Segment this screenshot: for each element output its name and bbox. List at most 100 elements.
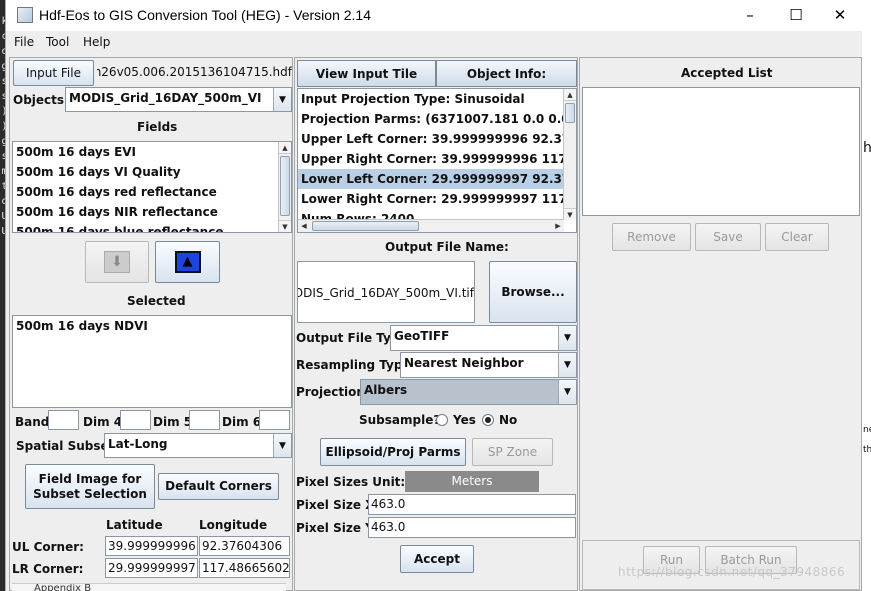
- band-input[interactable]: [48, 410, 79, 430]
- subsample-no-radio[interactable]: [482, 413, 494, 427]
- menu-file[interactable]: File: [14, 35, 34, 49]
- subsample-no-label: No: [499, 413, 518, 427]
- menu-bar: File Tool Help: [6, 31, 862, 53]
- maximize-button[interactable]: ☐: [773, 0, 819, 31]
- list-item[interactable]: 500m 16 days VI Quality: [13, 162, 291, 182]
- dim4-input[interactable]: [120, 410, 151, 430]
- menu-tool[interactable]: Tool: [46, 35, 69, 49]
- fields-scrollbar[interactable]: ▲ ▼: [278, 142, 291, 232]
- scroll-up-icon[interactable]: ▲: [564, 89, 576, 101]
- arrow-up-icon: ▲: [174, 251, 201, 273]
- field-image-subset-button[interactable]: Field Image for Subset Selection: [25, 464, 155, 509]
- accepted-list[interactable]: [582, 87, 860, 216]
- close-button[interactable]: ✕: [817, 0, 862, 31]
- scroll-thumb[interactable]: [280, 156, 290, 216]
- list-item[interactable]: 500m 16 days red reflectance: [13, 182, 291, 202]
- scroll-right-icon[interactable]: ▶: [552, 220, 564, 232]
- app-icon: [17, 7, 33, 23]
- menu-help[interactable]: Help: [83, 35, 110, 49]
- pixel-sizes-unit-value[interactable]: Meters: [405, 471, 539, 492]
- ellipsoid-proj-parms-button[interactable]: Ellipsoid/Proj Parms: [320, 438, 466, 466]
- projection-dropdown[interactable]: Albers ▼: [360, 379, 577, 405]
- input-file-button[interactable]: Input File: [13, 60, 94, 86]
- ul-longitude-input[interactable]: 92.37604306: [199, 536, 290, 556]
- dim5-input[interactable]: [189, 410, 220, 430]
- info-hscrollbar[interactable]: ◀ ▶: [298, 219, 564, 232]
- object-info-panel[interactable]: Input Projection Type: Sinusoidal Project…: [297, 88, 577, 233]
- objects-label: Objects:: [13, 93, 69, 107]
- save-button[interactable]: Save: [695, 223, 761, 251]
- scroll-thumb[interactable]: [565, 103, 575, 123]
- radio-selected-icon: [482, 414, 494, 426]
- info-vscrollbar[interactable]: ▲ ▼: [563, 89, 576, 220]
- subsample-yes-radio[interactable]: [436, 413, 448, 427]
- subsample-label: Subsample?: [359, 413, 441, 427]
- pixel-size-y-input[interactable]: 463.0: [368, 517, 576, 538]
- lr-longitude-input[interactable]: 117.486656023: [199, 558, 290, 578]
- left-panel: Input File 49.h26v05.006.2015136104715.h…: [9, 57, 293, 591]
- scroll-down-icon[interactable]: ▼: [279, 220, 291, 232]
- output-file-type-dropdown[interactable]: GeoTIFF ▼: [390, 325, 577, 351]
- right-panel: Accepted List Remove Save Clear Run Batc…: [579, 57, 862, 591]
- resampling-type-dropdown[interactable]: Nearest Neighbor ▼: [400, 352, 577, 378]
- dim6-input[interactable]: [259, 410, 290, 430]
- info-row[interactable]: Projection Parms: (6371007.181 0.0 0.0 0…: [298, 109, 576, 129]
- background-text: th: [863, 445, 871, 455]
- list-item[interactable]: 500m 16 days NIR reflectance: [13, 202, 291, 222]
- add-field-button[interactable]: ▲: [155, 241, 220, 283]
- scroll-thumb[interactable]: [312, 221, 419, 231]
- selected-title: Selected: [127, 294, 186, 308]
- chevron-down-icon: ▼: [558, 353, 576, 377]
- spatial-subset-dropdown[interactable]: Lat-Long ▼: [104, 433, 292, 458]
- background-text: ne: [863, 425, 871, 435]
- ul-latitude-input[interactable]: 39.999999996: [105, 536, 198, 556]
- scroll-up-icon[interactable]: ▲: [279, 142, 291, 154]
- chevron-down-icon: ▼: [273, 88, 291, 111]
- minimize-button[interactable]: –: [727, 0, 773, 31]
- selected-list[interactable]: 500m 16 days NDVI: [12, 315, 292, 408]
- title-bar[interactable]: Hdf-Eos to GIS Conversion Tool (HEG) - V…: [6, 0, 862, 31]
- heg-window: Hdf-Eos to GIS Conversion Tool (HEG) - V…: [5, 0, 862, 591]
- resampling-type-label: Resampling Type:: [296, 358, 416, 372]
- info-row[interactable]: Upper Right Corner: 39.999999996 117.486…: [298, 149, 576, 169]
- info-row[interactable]: Input Projection Type: Sinusoidal: [298, 89, 576, 109]
- clear-button[interactable]: Clear: [765, 223, 829, 251]
- chevron-down-icon: ▼: [273, 434, 291, 457]
- list-item[interactable]: 500m 16 days NDVI: [13, 316, 291, 336]
- info-row[interactable]: Lower Left Corner: 29.999999997 92.37604…: [298, 169, 576, 189]
- lr-latitude-input[interactable]: 29.999999997: [105, 558, 198, 578]
- background-appendix: Appendix B: [12, 583, 286, 591]
- browse-button[interactable]: Browse...: [489, 261, 577, 323]
- scroll-left-icon[interactable]: ◀: [298, 220, 310, 232]
- watermark-text: https://blog.csdn.net/qq_37948866: [618, 565, 846, 579]
- chevron-down-icon: ▼: [558, 380, 576, 404]
- accept-button[interactable]: Accept: [400, 545, 474, 573]
- background-text: h: [863, 140, 871, 156]
- info-row[interactable]: Lower Right Corner: 29.999999997 117.486…: [298, 189, 576, 209]
- input-file-path: 49.h26v05.006.2015136104715.hdf: [97, 65, 292, 79]
- window-title: Hdf-Eos to GIS Conversion Tool (HEG) - V…: [39, 7, 371, 23]
- fields-title: Fields: [137, 120, 178, 134]
- subsample-yes-label: Yes: [453, 413, 476, 427]
- fields-list[interactable]: 500m 16 days EVI 500m 16 days VI Quality 5…: [12, 141, 292, 233]
- scroll-down-icon[interactable]: ▼: [564, 208, 576, 220]
- accepted-list-title: Accepted List: [681, 66, 773, 80]
- info-row[interactable]: Upper Left Corner: 39.999999996 92.37604…: [298, 129, 576, 149]
- pixel-size-x-input[interactable]: 463.0: [368, 494, 576, 515]
- list-item[interactable]: 500m 16 days blue reflectance: [13, 222, 291, 232]
- ul-corner-label: UL Corner:: [12, 540, 84, 554]
- background-window-strip-right: h ne th: [862, 0, 871, 591]
- objects-dropdown[interactable]: MODIS_Grid_16DAY_500m_VI ▼: [65, 87, 292, 112]
- sp-zone-button[interactable]: SP Zone: [472, 438, 553, 466]
- default-corners-button[interactable]: Default Corners: [158, 473, 279, 500]
- list-item[interactable]: 500m 16 days EVI: [13, 142, 291, 162]
- projection-label: Projection:: [296, 385, 370, 399]
- chevron-down-icon: ▼: [558, 326, 576, 350]
- output-file-name-input[interactable]: MODIS_Grid_16DAY_500m_VI.tif: [297, 261, 475, 323]
- remove-field-button[interactable]: ⬇: [85, 241, 149, 283]
- view-input-tile-button[interactable]: View Input Tile: [297, 60, 436, 87]
- spatial-subset-value: Lat-Long: [108, 437, 168, 451]
- object-info-button[interactable]: Object Info:: [436, 60, 577, 87]
- remove-button[interactable]: Remove: [612, 223, 691, 251]
- latitude-header: Latitude: [106, 518, 163, 532]
